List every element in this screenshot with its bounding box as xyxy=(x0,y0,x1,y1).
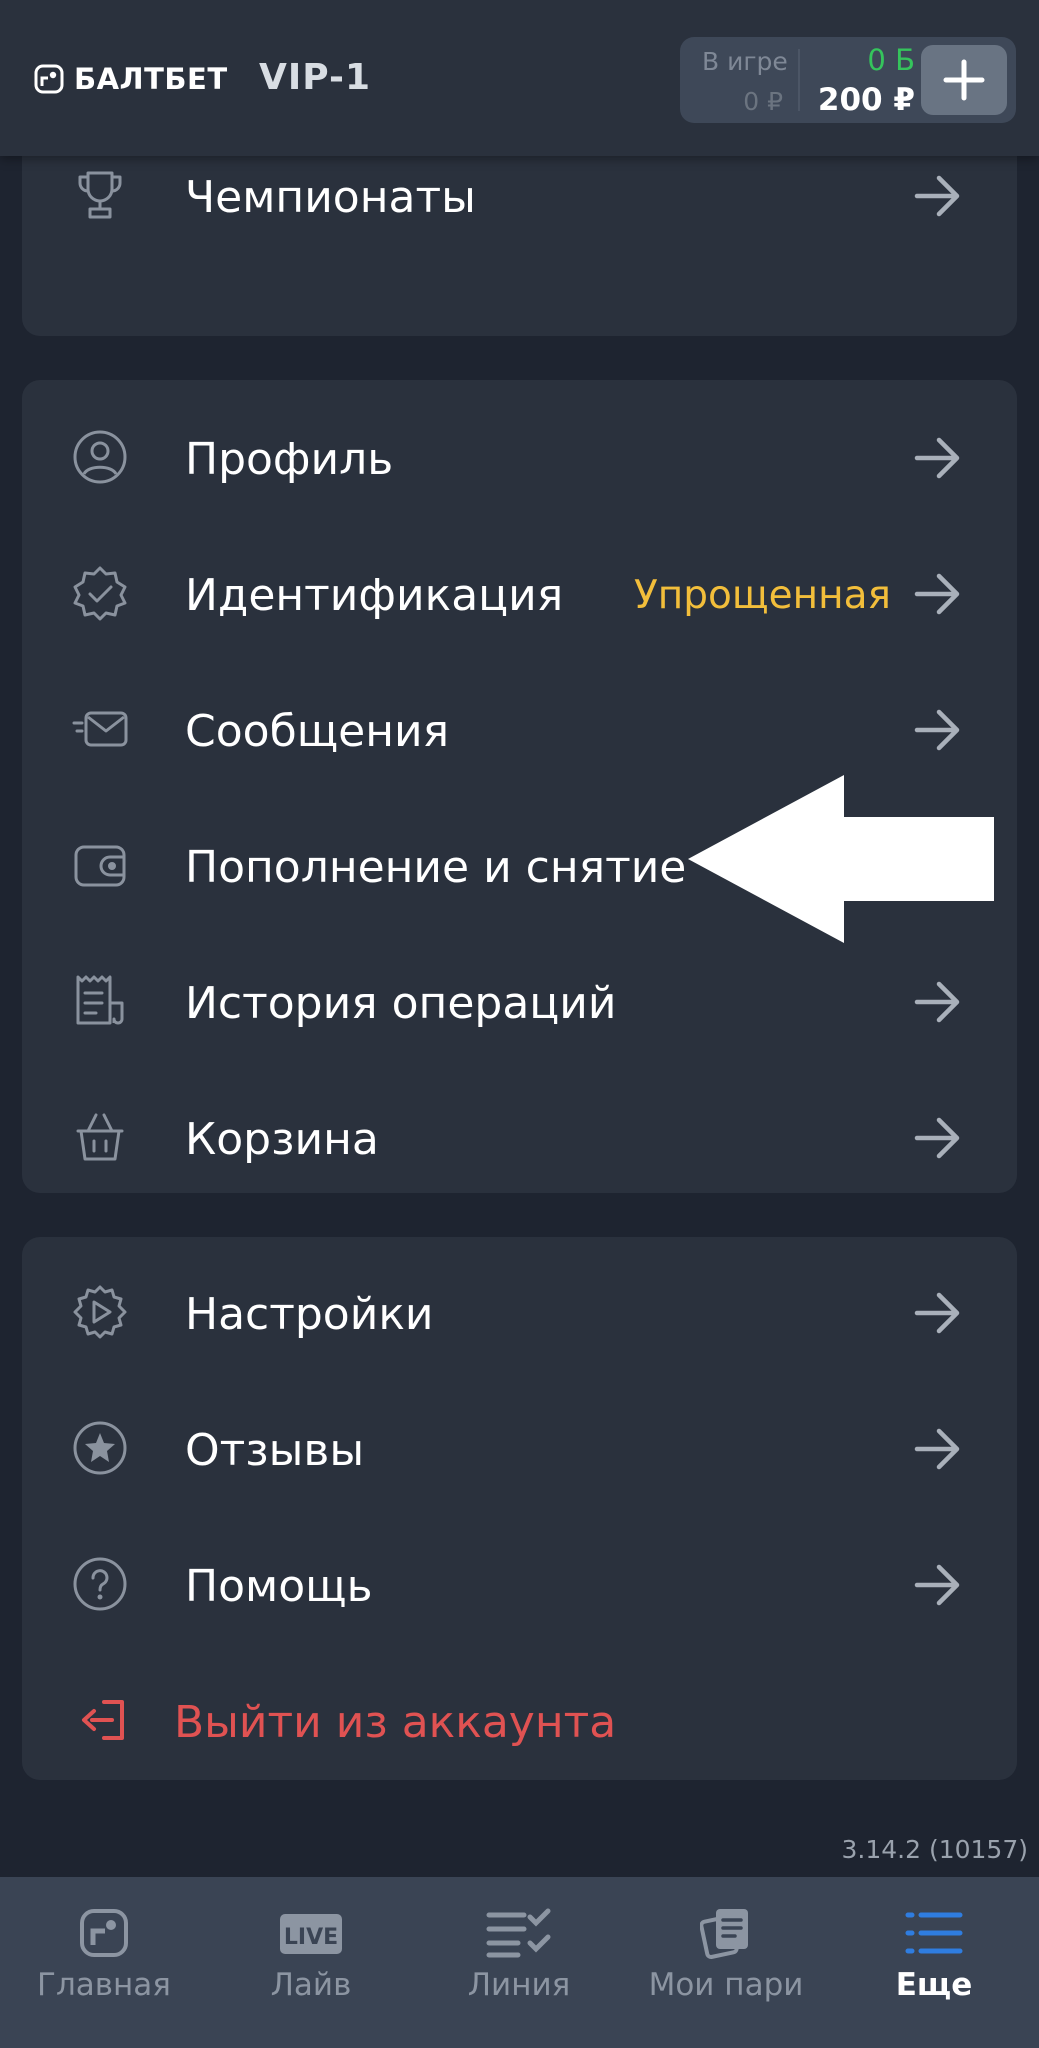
basket-icon xyxy=(76,1113,124,1161)
in-game-label: В игре xyxy=(702,47,788,76)
menu-item-label: Идентификация xyxy=(185,570,564,621)
message-icon xyxy=(72,711,128,747)
menu-item-profile[interactable]: Профиль xyxy=(22,392,1017,522)
money-balance: 200 ₽ xyxy=(817,82,915,118)
trophy-icon xyxy=(78,171,122,219)
nav-tab-home[interactable]: Главная xyxy=(9,1877,199,2048)
logo-icon xyxy=(34,64,64,94)
my-bets-icon xyxy=(700,1909,748,1959)
app-header: БАЛТБЕТ VIP-1 В игре 0 ₽ 0 Б 200 ₽ xyxy=(0,0,1039,156)
help-icon xyxy=(73,1557,127,1611)
arrow-right-icon xyxy=(914,981,960,1023)
menu-item-label: Чемпионаты xyxy=(185,172,476,223)
arrow-right-icon xyxy=(914,1117,960,1159)
menu-item-reviews[interactable]: Отзывы xyxy=(22,1383,1017,1513)
live-icon: LIVE xyxy=(280,1914,342,1954)
more-icon xyxy=(905,1912,963,1954)
arrow-right-icon xyxy=(914,709,960,751)
menu-item-label: История операций xyxy=(185,978,617,1029)
menu-item-basket[interactable]: Корзина xyxy=(22,1072,1017,1202)
menu-item-label: Профиль xyxy=(185,434,394,485)
bottom-nav: Главная LIVE Лайв Линия Мои пари Еще xyxy=(0,1877,1039,2048)
logout-label: Выйти из аккаунта xyxy=(174,1697,617,1748)
menu-item-label: Настройки xyxy=(185,1289,434,1340)
gear-icon xyxy=(73,1285,127,1339)
menu-item-label: Сообщения xyxy=(185,706,450,757)
deposit-button[interactable] xyxy=(921,45,1007,115)
menu-item-label: Помощь xyxy=(185,1561,373,1612)
app-version: 3.14.2 (10157) xyxy=(841,1835,1029,1864)
menu-item-help[interactable]: Помощь xyxy=(22,1519,1017,1649)
nav-tab-live[interactable]: LIVE Лайв xyxy=(216,1877,406,2048)
menu-item-label: Корзина xyxy=(185,1114,379,1165)
logo-text: БАЛТБЕТ xyxy=(74,62,228,96)
nav-tab-more[interactable]: Еще xyxy=(839,1877,1029,2048)
arrow-right-icon xyxy=(914,175,960,217)
in-game-value: 0 ₽ xyxy=(743,87,783,116)
menu-item-identification[interactable]: Идентификация Упрощенная xyxy=(22,528,1017,658)
nav-label: Линия xyxy=(467,1967,571,2003)
history-icon xyxy=(76,975,124,1025)
verified-badge-icon xyxy=(73,566,127,621)
bonus-balance: 0 Б xyxy=(867,43,915,77)
balance-divider xyxy=(798,49,800,111)
nav-tab-my-bets[interactable]: Мои пари xyxy=(631,1877,821,2048)
arrow-right-icon xyxy=(914,1292,960,1334)
vip-level[interactable]: VIP-1 xyxy=(259,57,371,98)
app-logo[interactable]: БАЛТБЕТ xyxy=(34,62,228,96)
menu-item-label: Пополнение и снятие xyxy=(185,842,687,893)
menu-item-history[interactable]: История операций xyxy=(22,936,1017,1066)
nav-label: Еще xyxy=(895,1967,973,2003)
wallet-icon xyxy=(74,845,126,887)
nav-tab-line[interactable]: Линия xyxy=(424,1877,614,2048)
logout-icon xyxy=(82,1700,124,1740)
menu-item-label: Отзывы xyxy=(185,1425,365,1476)
nav-label: Главная xyxy=(37,1967,171,2003)
nav-label: Лайв xyxy=(270,1967,352,2003)
annotation-arrow-icon xyxy=(688,775,994,943)
line-icon xyxy=(486,1908,551,1958)
identification-status: Упрощенная xyxy=(634,573,891,618)
arrow-right-icon xyxy=(914,1564,960,1606)
live-icon-text: LIVE xyxy=(284,1925,338,1950)
menu-section-settings: Настройки Отзывы Помощь Выйти из аккаунт… xyxy=(22,1237,1017,1780)
arrow-right-icon xyxy=(914,573,960,615)
plus-icon xyxy=(943,59,985,101)
home-icon xyxy=(80,1909,128,1957)
arrow-right-icon xyxy=(914,437,960,479)
menu-item-settings[interactable]: Настройки xyxy=(22,1247,1017,1377)
balance-widget[interactable]: В игре 0 ₽ 0 Б 200 ₽ xyxy=(680,37,1016,123)
arrow-right-icon xyxy=(914,1428,960,1470)
profile-icon xyxy=(73,430,127,484)
screen: БАЛТБЕТ VIP-1 В игре 0 ₽ 0 Б 200 ₽ Чемпи… xyxy=(0,0,1039,2048)
star-icon xyxy=(73,1421,127,1475)
logout-button[interactable]: Выйти из аккаунта xyxy=(22,1655,1017,1785)
nav-label: Мои пари xyxy=(648,1967,804,2003)
